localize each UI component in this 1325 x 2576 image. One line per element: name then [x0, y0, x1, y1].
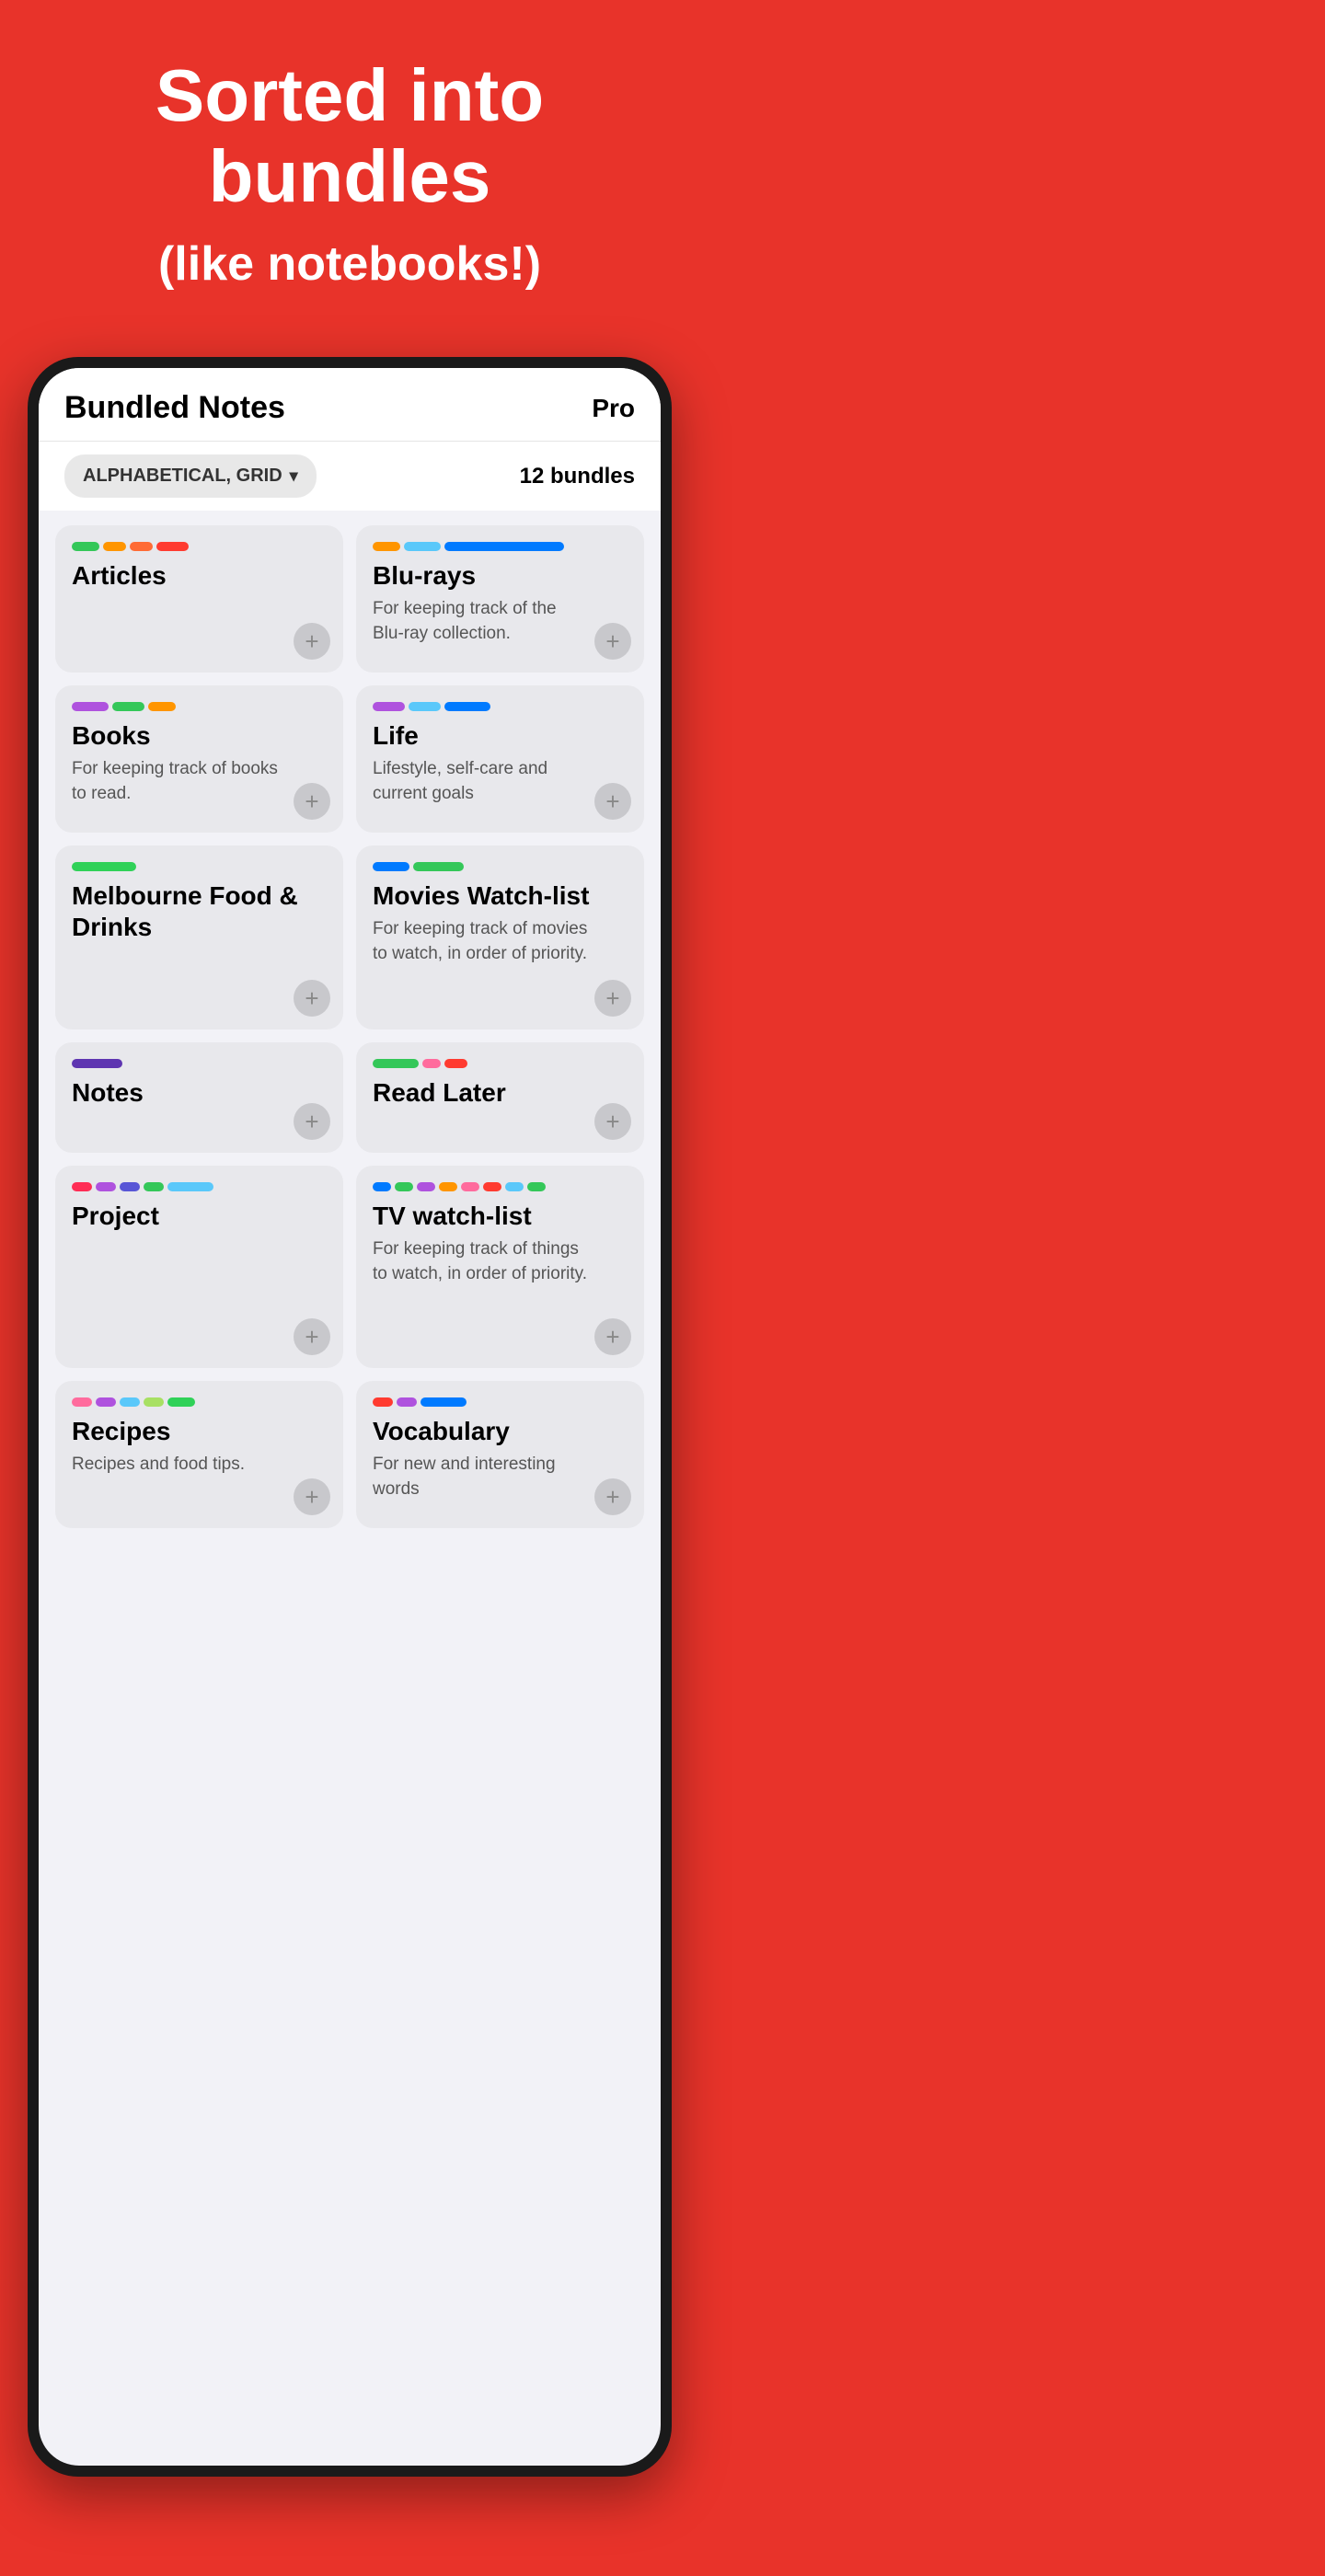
- bundle-desc-movies: For keeping track of movies to watch, in…: [373, 917, 628, 966]
- bundle-desc-recipes: Recipes and food tips.: [72, 1453, 327, 1478]
- hero-title: Sorted into bundles: [37, 55, 662, 217]
- add-tv-button[interactable]: +: [594, 1318, 631, 1355]
- add-articles-button[interactable]: +: [294, 623, 330, 660]
- color-bar-readlater: [373, 1059, 628, 1068]
- bundle-name-vocabulary: Vocabulary: [373, 1416, 628, 1447]
- hero-section: Sorted into bundles (like notebooks!): [0, 0, 699, 339]
- add-recipes-button[interactable]: +: [294, 1478, 330, 1515]
- bundle-card-books[interactable]: Books For keeping track of books to read…: [55, 685, 343, 833]
- color-bar-articles: [72, 542, 327, 551]
- app-header: Bundled Notes Pro: [39, 368, 661, 442]
- add-project-button[interactable]: +: [294, 1318, 330, 1355]
- bundle-name-blurays: Blu-rays: [373, 560, 628, 592]
- bundle-desc-tv: For keeping track of things to watch, in…: [373, 1237, 628, 1286]
- color-bar-notes: [72, 1059, 327, 1068]
- phone-screen: Bundled Notes Pro ALPHABETICAL, GRID ▾ 1…: [39, 368, 661, 2466]
- phone-frame: Bundled Notes Pro ALPHABETICAL, GRID ▾ 1…: [28, 357, 672, 2477]
- color-bar-project: [72, 1182, 327, 1191]
- bundle-desc-life: Lifestyle, self-care and current goals: [373, 757, 628, 806]
- add-readlater-button[interactable]: +: [594, 1103, 631, 1140]
- add-vocabulary-button[interactable]: +: [594, 1478, 631, 1515]
- add-blurays-button[interactable]: +: [594, 623, 631, 660]
- bundle-desc-books: For keeping track of books to read.: [72, 757, 327, 806]
- bundle-card-movies[interactable]: Movies Watch-list For keeping track of m…: [356, 845, 644, 1029]
- color-bar-movies: [373, 862, 628, 871]
- hero-subtitle: (like notebooks!): [158, 236, 541, 293]
- pro-button[interactable]: Pro: [592, 394, 635, 423]
- bundle-name-articles: Articles: [72, 560, 327, 592]
- bundle-card-project[interactable]: Project +: [55, 1166, 343, 1368]
- bundle-card-tv[interactable]: TV watch-list For keeping track of thing…: [356, 1166, 644, 1368]
- color-bar-life: [373, 702, 628, 711]
- add-notes-button[interactable]: +: [294, 1103, 330, 1140]
- bundle-card-notes[interactable]: Notes +: [55, 1042, 343, 1153]
- bundle-desc-blurays: For keeping track of the Blu-ray collect…: [373, 597, 628, 646]
- bundle-card-vocabulary[interactable]: Vocabulary For new and interesting words…: [356, 1381, 644, 1528]
- chevron-down-icon: ▾: [290, 466, 298, 486]
- color-bar-tv: [373, 1182, 628, 1191]
- bundle-name-tv: TV watch-list: [373, 1201, 628, 1232]
- bundle-card-melbourne[interactable]: Melbourne Food & Drinks +: [55, 845, 343, 1029]
- sort-label: ALPHABETICAL, GRID: [83, 466, 282, 487]
- sort-button[interactable]: ALPHABETICAL, GRID ▾: [64, 454, 317, 498]
- color-bar-melbourne: [72, 862, 327, 871]
- bundle-card-life[interactable]: Life Lifestyle, self-care and current go…: [356, 685, 644, 833]
- bundle-card-recipes[interactable]: Recipes Recipes and food tips. +: [55, 1381, 343, 1528]
- bundle-name-project: Project: [72, 1201, 327, 1232]
- bundle-name-recipes: Recipes: [72, 1416, 327, 1447]
- add-books-button[interactable]: +: [294, 783, 330, 820]
- bundle-name-notes: Notes: [72, 1077, 327, 1109]
- bundle-card-readlater[interactable]: Read Later +: [356, 1042, 644, 1153]
- bundle-desc-vocabulary: For new and interesting words: [373, 1453, 628, 1501]
- bundle-name-books: Books: [72, 720, 327, 752]
- color-bar-recipes: [72, 1397, 327, 1407]
- app-title: Bundled Notes: [64, 390, 285, 426]
- add-movies-button[interactable]: +: [594, 980, 631, 1017]
- bundles-grid: Articles + Blu-rays For keeping track of…: [39, 511, 661, 1543]
- add-melbourne-button[interactable]: +: [294, 980, 330, 1017]
- color-bar-blurays: [373, 542, 628, 551]
- bundle-name-life: Life: [373, 720, 628, 752]
- bundle-card-blurays[interactable]: Blu-rays For keeping track of the Blu-ra…: [356, 525, 644, 673]
- bundles-count: 12 bundles: [520, 464, 635, 489]
- color-bar-vocabulary: [373, 1397, 628, 1407]
- bundle-card-articles[interactable]: Articles +: [55, 525, 343, 673]
- bundle-name-movies: Movies Watch-list: [373, 880, 628, 912]
- bundle-name-readlater: Read Later: [373, 1077, 628, 1109]
- add-life-button[interactable]: +: [594, 783, 631, 820]
- color-bar-books: [72, 702, 327, 711]
- toolbar: ALPHABETICAL, GRID ▾ 12 bundles: [39, 442, 661, 511]
- bundle-name-melbourne: Melbourne Food & Drinks: [72, 880, 327, 942]
